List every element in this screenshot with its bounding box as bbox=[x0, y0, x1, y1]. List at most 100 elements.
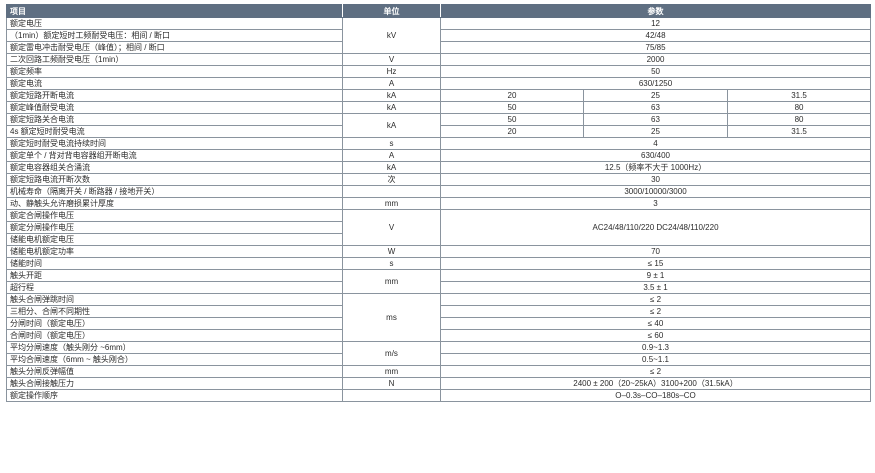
row-item: 4s 额定短时耐受电流 bbox=[6, 125, 343, 138]
table-row: 额定电容器组关合涌流 kA 12.5（频率不大于 1000Hz） bbox=[6, 161, 872, 174]
header-param: 参数 bbox=[439, 4, 872, 18]
row-unit: ms bbox=[342, 293, 441, 342]
table-row: 额定短路电流开断次数 次 30 bbox=[6, 173, 872, 186]
row-unit: m/s bbox=[342, 341, 441, 366]
row-value: 75/85 bbox=[439, 41, 872, 54]
row-unit: s bbox=[342, 257, 441, 270]
row-value-1: 50 bbox=[440, 113, 584, 126]
table-row: 二次回路工频耐受电压（1min） V 2000 bbox=[6, 53, 872, 66]
row-value: ≤ 2 bbox=[439, 293, 872, 306]
row-value: 3.5 ± 1 bbox=[439, 281, 872, 294]
row-item: 额定短路关合电流 bbox=[6, 113, 343, 126]
row-unit: A bbox=[342, 77, 441, 90]
row-item: 触头开距 bbox=[6, 269, 343, 282]
row-unit: A bbox=[342, 149, 441, 162]
header-row: 项目 单位 参数 bbox=[6, 4, 872, 18]
header-item: 项目 bbox=[6, 4, 343, 18]
table-row: 额定单个 / 背对背电容器组开断电流 A 630/400 bbox=[6, 149, 872, 162]
row-value: 2400 ± 200（20~25kA）3100+200（31.5kA） bbox=[439, 377, 872, 390]
table-row: 额定操作顺序 O–0.3s–CO–180s–CO bbox=[6, 389, 872, 402]
row-item: 超行程 bbox=[6, 281, 343, 294]
table-row: 储能时间 s ≤ 15 bbox=[6, 257, 872, 270]
row-value: 0.5~1.1 bbox=[439, 353, 872, 366]
table-body: 额定电压 kV 12 （1min）额定短时工频耐受电压：相间 / 断口 42/4… bbox=[6, 17, 872, 402]
table-row: 动、静触头允许磨损累计厚度 mm 3 bbox=[6, 197, 872, 210]
row-item: 额定分闸操作电压 bbox=[6, 221, 343, 234]
row-unit: mm bbox=[342, 269, 441, 294]
table-row: 储能电机额定功率 W 70 bbox=[6, 245, 872, 258]
row-value: O–0.3s–CO–180s–CO bbox=[439, 389, 872, 402]
row-item: 额定频率 bbox=[6, 65, 343, 78]
row-item: 触头合闸弹跳时间 bbox=[6, 293, 343, 306]
table-row: 额定电流 A 630/1250 bbox=[6, 77, 872, 90]
table-row: 机械寿命（隔离开关 / 断路器 / 接地开关） 3000/10000/3000 bbox=[6, 185, 872, 198]
row-unit: mm bbox=[342, 365, 441, 378]
row-value-3: 80 bbox=[726, 101, 872, 114]
row-value-1: 50 bbox=[440, 101, 584, 114]
table-row: 额定短时耐受电流持续时间 s 4 bbox=[6, 137, 872, 150]
row-value: ≤ 2 bbox=[439, 305, 872, 318]
row-value: 2000 bbox=[439, 53, 872, 66]
row-item: 二次回路工频耐受电压（1min） bbox=[6, 53, 343, 66]
header-unit: 单位 bbox=[342, 4, 441, 18]
row-unit: V bbox=[342, 53, 441, 66]
row-unit: kA bbox=[342, 113, 441, 138]
row-value-2: 25 bbox=[583, 89, 728, 102]
row-item: 额定峰值耐受电流 bbox=[6, 101, 343, 114]
row-item: 触头分闸反弹幅值 bbox=[6, 365, 343, 378]
table-row: 平均分闸速度（触头刚分 ~6mm） m/s 0.9~1.3 bbox=[6, 341, 872, 366]
row-value: 630/400 bbox=[439, 149, 872, 162]
row-item: 机械寿命（隔离开关 / 断路器 / 接地开关） bbox=[6, 185, 343, 198]
row-item: 储能电机额定电压 bbox=[6, 233, 343, 246]
row-value: 3000/10000/3000 bbox=[439, 185, 872, 198]
row-value: 50 bbox=[439, 65, 872, 78]
row-value: 70 bbox=[439, 245, 872, 258]
row-value: ≤ 2 bbox=[439, 365, 872, 378]
row-unit: mm bbox=[342, 197, 441, 210]
row-item: 额定短路开断电流 bbox=[6, 89, 343, 102]
spec-table: 项目 单位 参数 额定电压 kV 12 （1min）额定短时工频耐受电压：相间 … bbox=[6, 4, 872, 402]
table-row: 额定短路关合电流 kA 50 63 80 bbox=[6, 113, 872, 138]
row-item: 额定电流 bbox=[6, 77, 343, 90]
table-row: 额定电压 kV 12 bbox=[6, 17, 872, 54]
row-item: 额定合闸操作电压 bbox=[6, 209, 343, 222]
row-item: 动、静触头允许磨损累计厚度 bbox=[6, 197, 343, 210]
row-value-1: 20 bbox=[440, 125, 584, 138]
row-item: 三相分、合闸不同期性 bbox=[6, 305, 343, 318]
row-unit: Hz bbox=[342, 65, 441, 78]
row-value-2: 63 bbox=[583, 101, 728, 114]
row-unit bbox=[342, 389, 441, 402]
row-unit: N bbox=[342, 377, 441, 390]
row-item: 触头合闸接触压力 bbox=[6, 377, 343, 390]
row-value: 30 bbox=[439, 173, 872, 186]
row-unit: kA bbox=[342, 101, 441, 114]
row-value-3: 31.5 bbox=[726, 125, 872, 138]
row-unit: s bbox=[342, 137, 441, 150]
table-row: 额定峰值耐受电流 kA 50 63 80 bbox=[6, 101, 872, 114]
row-value: 3 bbox=[439, 197, 872, 210]
table-row: 额定合闸操作电压 V AC24/48/110/220 DC24/48/110/2… bbox=[6, 209, 872, 246]
row-value-2: 25 bbox=[583, 125, 728, 138]
table-row: 触头合闸接触压力 N 2400 ± 200（20~25kA）3100+200（3… bbox=[6, 377, 872, 390]
row-item: 额定操作顺序 bbox=[6, 389, 343, 402]
row-item: 额定电压 bbox=[6, 17, 343, 30]
row-value: ≤ 40 bbox=[439, 317, 872, 330]
row-item: （1min）额定短时工频耐受电压：相间 / 断口 bbox=[6, 29, 343, 42]
row-value: 0.9~1.3 bbox=[439, 341, 872, 354]
table-row: 触头分闸反弹幅值 mm ≤ 2 bbox=[6, 365, 872, 378]
spec-table-container: 项目 单位 参数 额定电压 kV 12 （1min）额定短时工频耐受电压：相间 … bbox=[6, 4, 872, 402]
row-unit: kV bbox=[342, 17, 441, 54]
row-value: 42/48 bbox=[439, 29, 872, 42]
table-header: 项目 单位 参数 bbox=[6, 4, 872, 18]
row-value: 4 bbox=[439, 137, 872, 150]
row-item: 储能电机额定功率 bbox=[6, 245, 343, 258]
row-item: 储能时间 bbox=[6, 257, 343, 270]
row-item: 额定短时耐受电流持续时间 bbox=[6, 137, 343, 150]
row-unit: kA bbox=[342, 161, 441, 174]
row-value-3: 80 bbox=[726, 113, 872, 126]
row-value: 630/1250 bbox=[439, 77, 872, 90]
row-item: 平均合闸速度（6mm ~ 触头刚合） bbox=[6, 353, 343, 366]
row-item: 额定单个 / 背对背电容器组开断电流 bbox=[6, 149, 343, 162]
row-value: 9 ± 1 bbox=[439, 269, 872, 282]
row-unit: 次 bbox=[342, 173, 441, 186]
